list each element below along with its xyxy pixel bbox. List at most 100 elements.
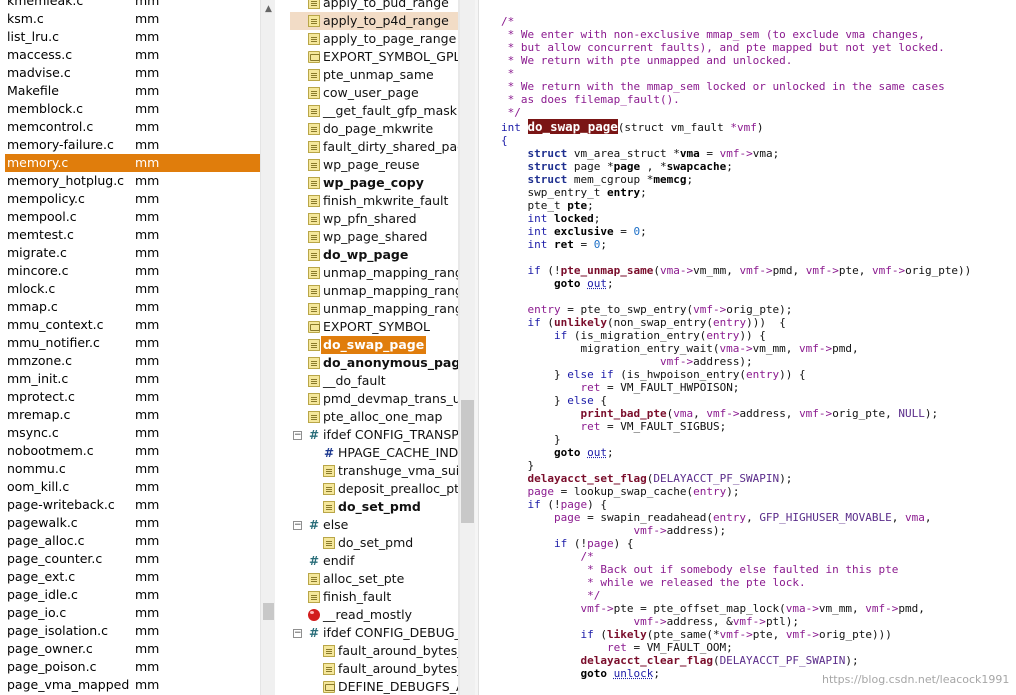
file-list-item[interactable]: page_vma_mapped mm [5,676,260,694]
file-list-item[interactable]: mremap.c mm [5,406,260,424]
file-list-item[interactable]: memblock.c mm [5,100,260,118]
symbol-item[interactable]: finish_mkwrite_fault [290,192,460,210]
symbol-item[interactable]: DEFINE_DEBUGFS_AT [290,678,460,695]
symbol-item[interactable]: __read_mostly [290,606,460,624]
symbol-item[interactable]: do_page_mkwrite [290,120,460,138]
symbol-item[interactable]: pte_alloc_one_map [290,408,460,426]
file-list-item[interactable]: mincore.c mm [5,262,260,280]
symbol-item[interactable]: wp_page_copy [290,174,460,192]
collapse-toggle-icon[interactable]: − [293,629,302,638]
file-list-item[interactable]: page_ext.c mm [5,568,260,586]
file-list-item[interactable]: page_io.c mm [5,604,260,622]
symbol-item[interactable]: unmap_mapping_range [290,282,460,300]
symbol-window-scrollbar[interactable] [460,0,475,695]
code-token: = [613,225,634,238]
symbol-item[interactable]: pmd_devmap_trans_uns [290,390,460,408]
symbol-label: do_wp_page [323,247,409,262]
symbol-item[interactable]: deposit_prealloc_pte [290,480,460,498]
file-list-item[interactable]: page_alloc.c mm [5,532,260,550]
file-list-item[interactable]: ksm.c mm [5,10,260,28]
file-list-item[interactable]: mmu_notifier.c mm [5,334,260,352]
symbol-item[interactable]: − # ifdef CONFIG_TRANSPA [290,426,460,444]
symbol-item[interactable]: __do_fault [290,372,460,390]
symbol-item[interactable]: apply_to_pud_range [290,0,460,12]
file-list-item[interactable]: pagewalk.c mm [5,514,260,532]
file-list-item[interactable]: mm_init.c mm [5,370,260,388]
symbol-item[interactable]: fault_around_bytes_g [290,642,460,660]
file-list-item[interactable]: page_poison.c mm [5,658,260,676]
collapse-toggle-icon[interactable]: − [293,431,302,440]
symbol-item[interactable]: fault_around_bytes_s [290,660,460,678]
file-list-item[interactable]: msync.c mm [5,424,260,442]
symbol-item[interactable]: cow_user_page [290,84,460,102]
file-list-item[interactable]: madvise.c mm [5,64,260,82]
splitter[interactable] [475,0,479,695]
symbol-item[interactable]: wp_pfn_shared [290,210,460,228]
file-list-item[interactable]: mlock.c mm [5,280,260,298]
code-area[interactable]: /* * We enter with non-exclusive mmap_se… [501,15,1016,680]
file-list-item[interactable]: Makefile mm [5,82,260,100]
symbol-item[interactable]: do_anonymous_page [290,354,460,372]
file-list-item[interactable]: page_owner.c mm [5,640,260,658]
file-list-item[interactable]: mempolicy.c mm [5,190,260,208]
symbol-item[interactable]: unmap_mapping_range [290,300,460,318]
file-list-item[interactable]: mmzone.c mm [5,352,260,370]
symbol-item[interactable]: do_set_pmd [290,498,460,516]
file-list-item[interactable]: migrate.c mm [5,244,260,262]
code-token: if [527,316,541,329]
symbol-item[interactable]: − # else [290,516,460,534]
scrollbar-thumb[interactable] [263,603,274,620]
symbol-item[interactable]: transhuge_vma_suital [290,462,460,480]
symbol-item[interactable]: finish_fault [290,588,460,606]
collapse-toggle-icon[interactable]: − [293,521,302,530]
file-list-scrollbar[interactable]: ▲ [260,0,275,695]
symbol-item[interactable]: EXPORT_SYMBOL_GPL [290,48,460,66]
symbol-item[interactable]: fault_dirty_shared_page [290,138,460,156]
symbol-item[interactable]: apply_to_page_range [290,30,460,48]
file-list-item[interactable]: memory.c mm [5,154,260,172]
symbol-item[interactable]: − # ifdef CONFIG_DEBUG_F [290,624,460,642]
file-list-item[interactable]: mmu_context.c mm [5,316,260,334]
symbol-item[interactable]: unmap_mapping_range [290,264,460,282]
symbol-item[interactable]: do_swap_page [290,336,460,354]
symbol-item[interactable]: pte_unmap_same [290,66,460,84]
file-list-item[interactable]: page_counter.c mm [5,550,260,568]
scrollbar-thumb[interactable] [461,400,474,523]
code-line: if (!pte_unmap_same(vma->vm_mm, vmf->pmd… [501,264,1016,277]
symbol-item[interactable]: do_set_pmd [290,534,460,552]
file-list-item[interactable]: kmemleak.c mm [5,0,260,10]
function-icon [308,87,320,99]
file-list-item[interactable]: mprotect.c mm [5,388,260,406]
symbol-item[interactable]: wp_page_shared [290,228,460,246]
code-token: orig_pte); [726,303,793,316]
file-list-item[interactable]: page-writeback.c mm [5,496,260,514]
file-list-item[interactable]: maccess.c mm [5,46,260,64]
code-token: ; [600,238,607,251]
scroll-up-arrow-icon[interactable]: ▲ [261,0,276,18]
symbol-item[interactable]: apply_to_p4d_range [290,12,460,30]
symbol-item[interactable]: # endif [290,552,460,570]
code-token: goto [580,667,607,680]
file-list-item[interactable]: mempool.c mm [5,208,260,226]
file-list-item[interactable]: page_idle.c mm [5,586,260,604]
file-list-item[interactable]: memory_hotplug.c mm [5,172,260,190]
symbol-label: pte_alloc_one_map [323,409,443,424]
file-list-item[interactable]: page_isolation.c mm [5,622,260,640]
symbol-item[interactable]: __get_fault_gfp_mask [290,102,460,120]
file-list-item[interactable]: nommu.c mm [5,460,260,478]
symbol-item[interactable]: wp_page_reuse [290,156,460,174]
symbol-item[interactable]: EXPORT_SYMBOL [290,318,460,336]
file-list-item[interactable]: memtest.c mm [5,226,260,244]
file-list-item[interactable]: list_lru.c mm [5,28,260,46]
symbol-item[interactable]: alloc_set_pte [290,570,460,588]
file-list-item[interactable]: mmap.c mm [5,298,260,316]
symbol-item[interactable]: # HPAGE_CACHE_INDE [290,444,460,462]
file-name: ksm.c [7,11,44,26]
file-list-item[interactable]: memory-failure.c mm [5,136,260,154]
code-editor[interactable]: /* * We enter with non-exclusive mmap_se… [480,0,1016,695]
file-list-item[interactable]: memcontrol.c mm [5,118,260,136]
file-list-item[interactable]: nobootmem.c mm [5,442,260,460]
symbol-item[interactable]: do_wp_page [290,246,460,264]
file-list-item[interactable]: oom_kill.c mm [5,478,260,496]
